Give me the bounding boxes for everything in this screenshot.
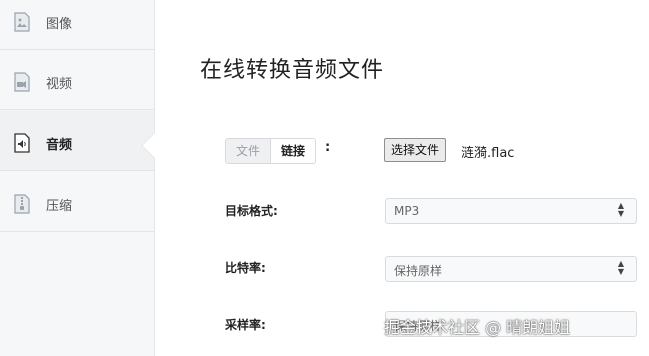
- select-arrows-icon: ▲ ▼: [617, 201, 624, 218]
- tab-file[interactable]: 文件: [226, 139, 271, 163]
- choose-file-button[interactable]: 选择文件: [384, 138, 447, 162]
- audio-file-icon: [14, 133, 30, 153]
- bitrate-select[interactable]: 保持原样 ▲ ▼: [385, 256, 637, 282]
- zip-file-icon: [14, 194, 30, 214]
- format-label: 目标格式:: [225, 204, 278, 218]
- format-value: MP3: [394, 204, 420, 218]
- video-file-icon: [14, 72, 30, 92]
- source-toggle: 文件 链接: [225, 138, 317, 164]
- sidebar-item-video[interactable]: 视频: [0, 50, 154, 110]
- sidebar-item-audio[interactable]: 音频: [0, 111, 154, 171]
- tab-link[interactable]: 链接: [270, 139, 316, 163]
- sidebar-item-label: 音频: [46, 138, 73, 153]
- bitrate-value: 保持原样: [394, 264, 443, 278]
- samplerate-label: 采样率:: [225, 318, 266, 332]
- watermark: 掘金技术社区 @ 晴朗姐姐: [384, 318, 571, 337]
- source-colon: :: [325, 140, 331, 155]
- bitrate-label: 比特率:: [225, 261, 266, 275]
- page-title: 在线转换音频文件: [200, 58, 385, 83]
- sidebar-item-compress[interactable]: 压缩: [0, 172, 154, 232]
- image-file-icon: [14, 12, 30, 32]
- sidebar: 图像 视频 音频 压缩: [0, 0, 155, 356]
- selected-file-name: 涟漪.flac: [461, 146, 515, 161]
- sidebar-item-label: 图像: [46, 17, 73, 32]
- format-select[interactable]: MP3 ▲ ▼: [385, 198, 637, 224]
- sidebar-item-label: 视频: [46, 77, 73, 92]
- select-arrows-icon: ▲ ▼: [617, 259, 624, 276]
- sidebar-item-label: 压缩: [46, 199, 73, 214]
- sidebar-item-image[interactable]: 图像: [0, 0, 154, 50]
